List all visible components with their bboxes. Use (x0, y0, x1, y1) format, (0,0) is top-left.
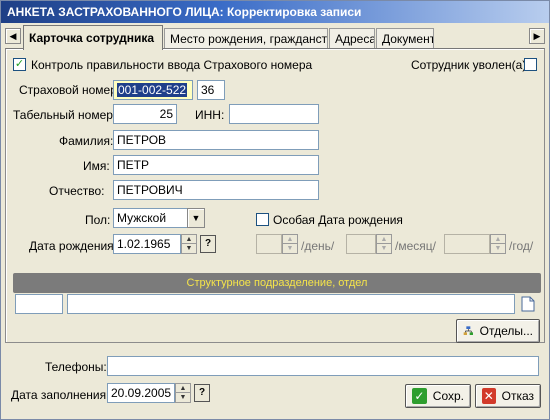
special-year-label: /год/ (509, 239, 534, 253)
spin-up-icon: ▲ (377, 235, 391, 244)
special-month-label: /месяц/ (395, 239, 436, 253)
special-day-input (256, 234, 282, 254)
birth-date-input[interactable]: 1.02.1965 (113, 234, 181, 254)
spin-down-icon: ▼ (494, 245, 502, 252)
division-name-input[interactable] (67, 294, 515, 314)
save-button-label: Сохр. (432, 389, 464, 403)
special-year-spinner: ▲ ▼ (490, 234, 506, 254)
birth-date-spinner[interactable]: ▲ ▼ (181, 234, 197, 254)
tab-bar: ◀ Карточка сотрудника Место рождения, гр… (1, 25, 549, 50)
arrow-right-icon: ▶ (533, 30, 541, 41)
division-code-input[interactable] (15, 294, 63, 314)
validate-number-label: Контроль правильности ввода Страхового н… (31, 58, 313, 72)
personnel-number-input[interactable]: 25 (113, 104, 177, 124)
save-button[interactable]: ✓ Сохр. (405, 384, 471, 408)
special-birthdate-checkbox[interactable] (256, 213, 269, 226)
tab-scroll-right-button[interactable]: ▶ (529, 28, 545, 44)
title-bar: АНКЕТА ЗАСТРАХОВАННОГО ЛИЦА: Корректиров… (1, 1, 549, 23)
last-name-input[interactable]: ПЕТРОВ (113, 130, 319, 150)
birth-date-label: Дата рождения: (29, 239, 117, 253)
first-name-label: Имя: (83, 159, 110, 173)
patronymic-label: Отчество: (49, 184, 105, 198)
special-day-label: /день/ (301, 239, 335, 253)
cancel-button[interactable]: ✕ Отказ (475, 384, 541, 408)
spin-up-icon[interactable]: ▲ (176, 384, 190, 393)
spin-up-icon[interactable]: ▲ (182, 235, 196, 244)
insurance-number-label: Страховой номер: (19, 83, 121, 97)
tab-addresses[interactable]: Адреса (329, 28, 375, 48)
fired-checkbox[interactable] (524, 58, 537, 71)
departments-button[interactable]: Отделы... (456, 319, 540, 343)
calendar-icon: ? (204, 238, 212, 249)
inn-label: ИНН: (195, 108, 225, 122)
spin-down-icon[interactable]: ▼ (182, 244, 196, 253)
gender-value: Мужской (117, 211, 167, 225)
org-structure-icon (463, 326, 473, 335)
fired-label: Сотрудник уволен(а) (411, 58, 527, 72)
spin-up-icon: ▲ (283, 235, 297, 244)
phones-label: Телефоны: (45, 360, 107, 374)
check-icon: ✓ (412, 388, 427, 404)
spin-up-icon: ▲ (491, 235, 505, 244)
tab-employee-card[interactable]: Карточка сотрудника (23, 25, 163, 50)
tab-birthplace-citizenship[interactable]: Место рождения, гражданство (164, 28, 328, 48)
fill-date-input[interactable]: 20.09.2005 (107, 383, 175, 403)
dialog-window: АНКЕТА ЗАСТРАХОВАННОГО ЛИЦА: Корректиров… (0, 0, 550, 420)
validate-number-checkbox[interactable]: ✓ (13, 58, 26, 71)
insurance-number-input[interactable]: 001-002-522 (113, 80, 193, 100)
special-birthdate-label: Особая Дата рождения (273, 213, 403, 227)
close-icon: ✕ (482, 388, 496, 404)
chevron-down-icon: ▼ (191, 213, 201, 223)
special-year-input (444, 234, 490, 254)
fill-date-label: Дата заполнения: (11, 388, 110, 402)
spin-down-icon: ▼ (380, 245, 388, 252)
phones-input[interactable] (107, 356, 539, 376)
special-month-input (346, 234, 376, 254)
special-day-spinner: ▲ ▼ (282, 234, 298, 254)
calendar-icon: ? (198, 387, 206, 398)
birth-date-calendar-button[interactable]: ? (200, 235, 216, 253)
last-name-label: Фамилия: (59, 134, 114, 148)
control-digits-field[interactable]: 36 (197, 80, 225, 100)
insurance-number-value: 001-002-522 (117, 83, 188, 97)
first-name-input[interactable]: ПЕТР (113, 155, 319, 175)
fill-date-spinner[interactable]: ▲ ▼ (175, 383, 191, 403)
arrow-left-icon: ◀ (9, 30, 17, 41)
tab-scroll-left-button[interactable]: ◀ (5, 28, 21, 44)
spin-down-icon[interactable]: ▼ (176, 393, 190, 402)
fill-date-calendar-button[interactable]: ? (194, 384, 210, 402)
special-month-spinner: ▲ ▼ (376, 234, 392, 254)
gender-label: Пол: (85, 213, 111, 227)
personnel-number-label: Табельный номер: (13, 108, 117, 122)
tab-document[interactable]: Документ (376, 28, 434, 48)
document-icon[interactable] (521, 296, 535, 312)
gender-dropdown-button[interactable]: ▼ (187, 208, 205, 228)
spin-down-icon: ▼ (286, 245, 294, 252)
departments-button-label: Отделы... (479, 324, 533, 338)
check-icon: ✓ (14, 58, 25, 70)
patronymic-input[interactable]: ПЕТРОВИЧ (113, 180, 319, 200)
inn-input[interactable] (229, 104, 319, 124)
cancel-button-label: Отказ (501, 389, 534, 403)
division-section-header: Структурное подразделение, отдел (13, 273, 541, 293)
